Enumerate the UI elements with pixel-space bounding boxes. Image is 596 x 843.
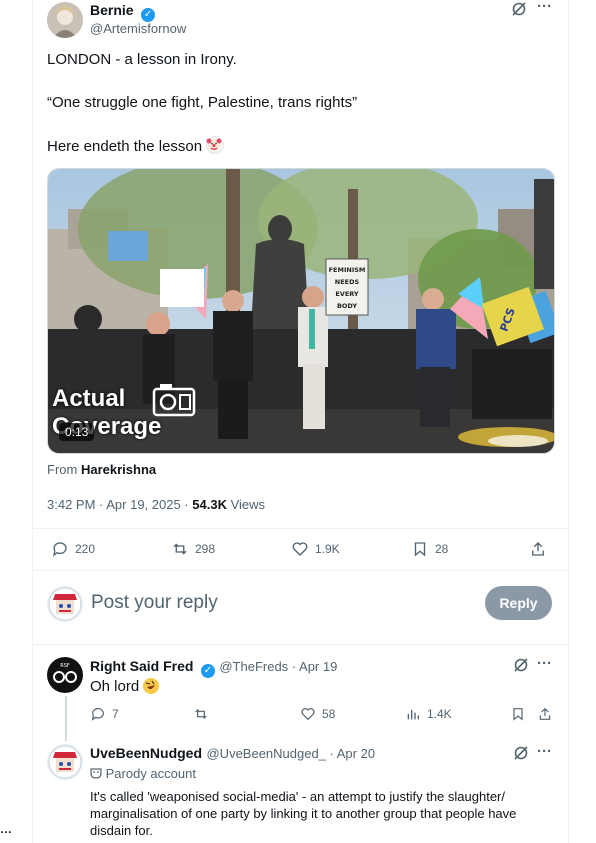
- clown-face-icon: [206, 136, 225, 154]
- svg-text:EVERY: EVERY: [335, 290, 359, 298]
- bookmark-action[interactable]: 28: [411, 540, 448, 558]
- views-count: 54.3K: [192, 497, 227, 512]
- timeline-column: Bernie ✓ @Artemisfornow ··· LONDON - a l…: [32, 0, 569, 843]
- more-options-icon[interactable]: ···: [537, 655, 552, 672]
- tweet-text-line-1: LONDON - a lesson in Irony.: [47, 51, 237, 68]
- reply-1-text: Oh lord: [90, 678, 140, 695]
- repost-icon: [173, 543, 187, 555]
- grok-icon[interactable]: [513, 657, 529, 677]
- reply-1-reply-action[interactable]: 7: [90, 706, 119, 722]
- reply-1-author-handle[interactable]: @TheFreds · Apr 19: [219, 659, 337, 674]
- repost-action[interactable]: 298: [171, 540, 215, 558]
- tweet-text-line-2: “One struggle one fight, Palestine, tran…: [47, 94, 358, 111]
- repost-icon: [195, 709, 207, 719]
- reply-1-views-action[interactable]: 1.4K: [405, 706, 452, 722]
- reply-2-author-name[interactable]: UveBeenNudged: [90, 745, 202, 761]
- avatar-image: [47, 2, 83, 38]
- svg-text:BODY: BODY: [337, 302, 357, 310]
- reply-action[interactable]: 220: [51, 540, 95, 558]
- current-user-avatar[interactable]: [47, 586, 83, 622]
- reply-2-text: It's called 'weaponised social-media' - …: [90, 789, 517, 838]
- rolling-laughing-icon: [143, 678, 160, 694]
- reply-icon: [91, 708, 104, 721]
- bookmark-icon: [513, 708, 523, 721]
- avatar-image: [47, 586, 83, 622]
- video-overlay-text-top: Actual: [52, 385, 126, 412]
- avatar-image: RSF: [47, 657, 83, 693]
- author-avatar[interactable]: [47, 2, 83, 38]
- reply-button[interactable]: Reply: [485, 586, 552, 620]
- reply-1-views-count: 1.4K: [427, 707, 452, 721]
- bookmark-count: 28: [435, 542, 449, 556]
- video-player[interactable]: FEMINISM NEEDS EVERY BODY PCS Actual Cov…: [47, 168, 555, 454]
- reply-1-reply-count: 7: [112, 707, 119, 721]
- grok-icon[interactable]: [511, 1, 527, 21]
- reply-2-avatar[interactable]: [47, 744, 83, 780]
- reply-1-share-action[interactable]: [537, 706, 553, 722]
- parody-mask-icon: [90, 767, 102, 779]
- reply-1-like-action[interactable]: 58: [300, 706, 335, 722]
- reply-input[interactable]: Post your reply: [91, 592, 218, 614]
- reply-icon: [52, 542, 67, 557]
- more-options-icon[interactable]: ···: [537, 0, 552, 15]
- tweet-text-line-3: Here endeth the lesson: [47, 138, 203, 155]
- share-icon: [532, 542, 544, 556]
- verified-badge-icon: ✓: [200, 664, 215, 678]
- grok-icon[interactable]: [513, 745, 529, 765]
- analytics-icon: [407, 710, 419, 720]
- views-label: Views: [230, 497, 266, 512]
- heart-icon: [301, 708, 315, 721]
- share-icon: [539, 707, 551, 720]
- reply-1-author-name[interactable]: Right Said Fred: [90, 658, 193, 674]
- repost-count: 298: [195, 542, 216, 556]
- reply-1-like-count: 58: [322, 707, 336, 721]
- author-name[interactable]: Bernie: [90, 2, 134, 18]
- parody-badge: Parody account: [105, 766, 196, 781]
- from-source-link[interactable]: Harekrishna: [81, 462, 156, 477]
- video-duration-badge: 0:13: [59, 423, 95, 441]
- svg-text:RSF: RSF: [60, 663, 70, 669]
- verified-badge-icon: ✓: [141, 8, 156, 22]
- left-edge-more-icon[interactable]: …: [0, 822, 12, 836]
- svg-text:NEEDS: NEEDS: [335, 278, 360, 286]
- reply-1-avatar[interactable]: RSF: [47, 657, 83, 693]
- more-options-icon[interactable]: ···: [537, 743, 552, 760]
- from-label: From: [47, 462, 78, 477]
- svg-text:FEMINISM: FEMINISM: [329, 266, 366, 274]
- bookmark-icon: [414, 542, 426, 557]
- reply-1-bookmark-action[interactable]: [510, 706, 526, 722]
- reply-1-repost-action[interactable]: [193, 706, 215, 722]
- like-action[interactable]: 1.9K: [291, 540, 340, 558]
- reply-2-author-handle[interactable]: @UveBeenNudged_ · Apr 20: [206, 746, 375, 761]
- like-count: 1.9K: [315, 542, 340, 556]
- avatar-image: [47, 744, 83, 780]
- camera-icon: [152, 383, 196, 422]
- heart-icon: [292, 542, 308, 556]
- share-action[interactable]: [529, 540, 547, 558]
- tweet-timestamp[interactable]: 3:42 PM · Apr 19, 2025 ·: [47, 497, 189, 512]
- reply-count: 220: [75, 542, 96, 556]
- author-handle[interactable]: @Artemisfornow: [90, 21, 186, 36]
